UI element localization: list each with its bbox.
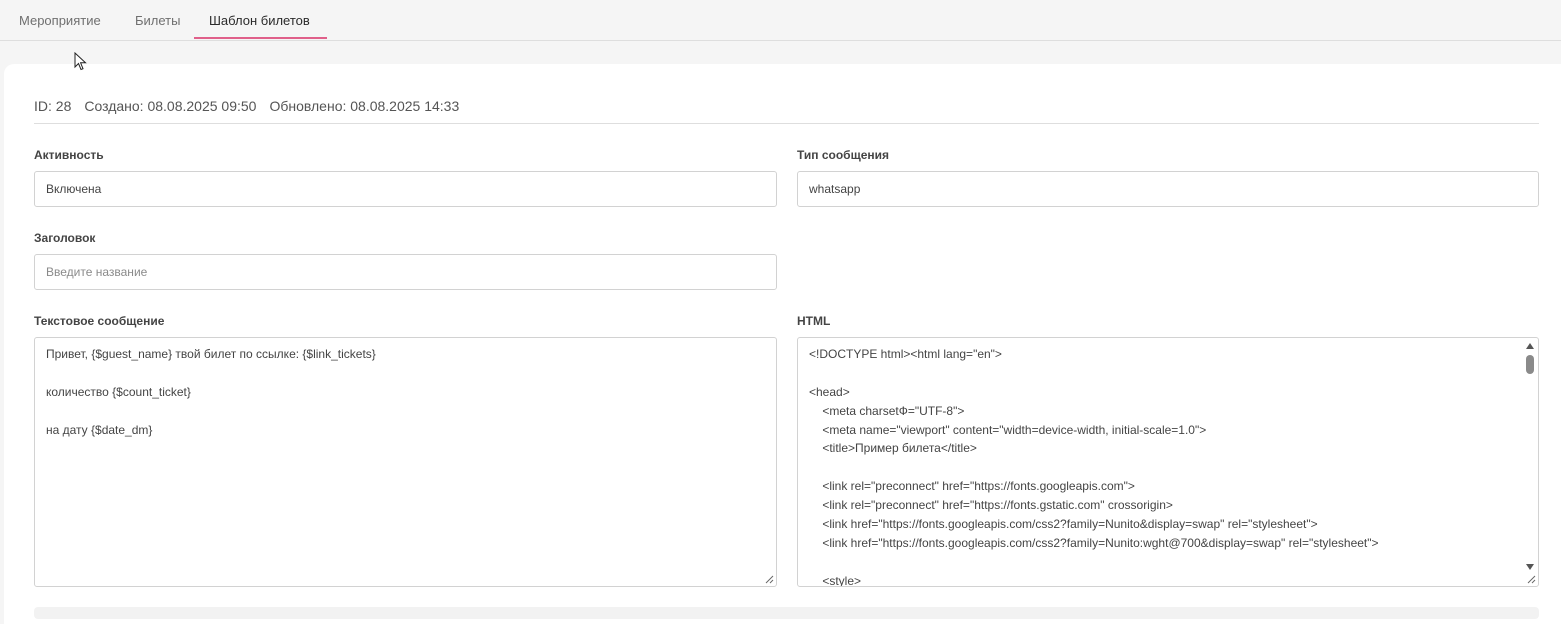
tab-bar: Мероприятие Билеты Шаблон билетов (0, 0, 1561, 41)
text-message-label: Текстовое сообщение (34, 314, 165, 328)
active-value: Включена (46, 182, 102, 196)
record-meta: ID: 28 Создано: 08.08.2025 09:50 Обновлено… (34, 98, 472, 114)
text-line: количество {$count_ticket} (46, 385, 191, 399)
resize-grip-icon[interactable] (1526, 574, 1536, 584)
scroll-down-icon[interactable] (1526, 564, 1534, 570)
message-type-select[interactable]: whatsapp (797, 171, 1539, 207)
text-message-content: Привет, {$guest_name} твой билет по ссыл… (46, 345, 376, 440)
code-line: <link rel="preconnect" href="https://fon… (809, 479, 1135, 494)
tab-tickets[interactable]: Билеты (135, 0, 180, 39)
record-updated: Обновлено: 08.08.2025 14:33 (269, 98, 460, 114)
tab-event[interactable]: Мероприятие (19, 0, 101, 39)
code-line: <meta name="viewport" content="width=dev… (809, 422, 1207, 437)
text-message-textarea[interactable]: Привет, {$guest_name} твой билет по ссыл… (34, 337, 777, 587)
mouse-cursor-icon (74, 52, 87, 71)
code-line: <link href="https://fonts.googleapis.com… (809, 535, 1379, 550)
html-scrollbar[interactable] (1523, 339, 1537, 572)
code-line: <!DOCTYPE html><html lang="en"> (809, 347, 1002, 361)
record-created: Создано: 08.08.2025 09:50 (84, 98, 257, 114)
message-type-value: whatsapp (809, 182, 861, 196)
code-line: <link rel="preconnect" href="https://fon… (809, 498, 1173, 513)
active-select[interactable]: Включена (34, 171, 777, 207)
code-line: <link href="https://fonts.googleapis.com… (809, 517, 1318, 532)
title-input[interactable]: Введите название (34, 254, 777, 290)
code-line: <style> (809, 573, 862, 587)
tab-ticket-templates[interactable]: Шаблон билетов (209, 0, 310, 39)
html-textarea[interactable]: <!DOCTYPE html><html lang="en"> <head> <… (797, 337, 1539, 587)
code-line: <head> (809, 384, 850, 399)
code-line: <meta charsetФ="UTF-8"> (809, 403, 965, 418)
active-label: Активность (34, 148, 104, 162)
text-line: Привет, {$guest_name} твой билет по ссыл… (46, 347, 376, 361)
code-line: <title>Пример билета</title> (809, 441, 977, 456)
scroll-thumb[interactable] (1526, 355, 1534, 374)
text-line: на дату {$date_dm} (46, 423, 153, 437)
active-tab-indicator (194, 37, 327, 39)
record-id: ID: 28 (34, 98, 72, 114)
title-label: Заголовок (34, 231, 96, 245)
resize-grip-icon[interactable] (764, 574, 774, 584)
message-type-label: Тип сообщения (797, 148, 890, 162)
text-line (46, 402, 376, 421)
meta-divider (34, 123, 1539, 124)
scroll-up-icon[interactable] (1526, 343, 1534, 349)
html-content: <!DOCTYPE html><html lang="en"> <head> <… (809, 345, 1379, 587)
html-label: HTML (797, 314, 831, 328)
next-section-edge (34, 607, 1539, 619)
text-line (46, 364, 376, 383)
title-placeholder: Введите название (46, 265, 148, 279)
